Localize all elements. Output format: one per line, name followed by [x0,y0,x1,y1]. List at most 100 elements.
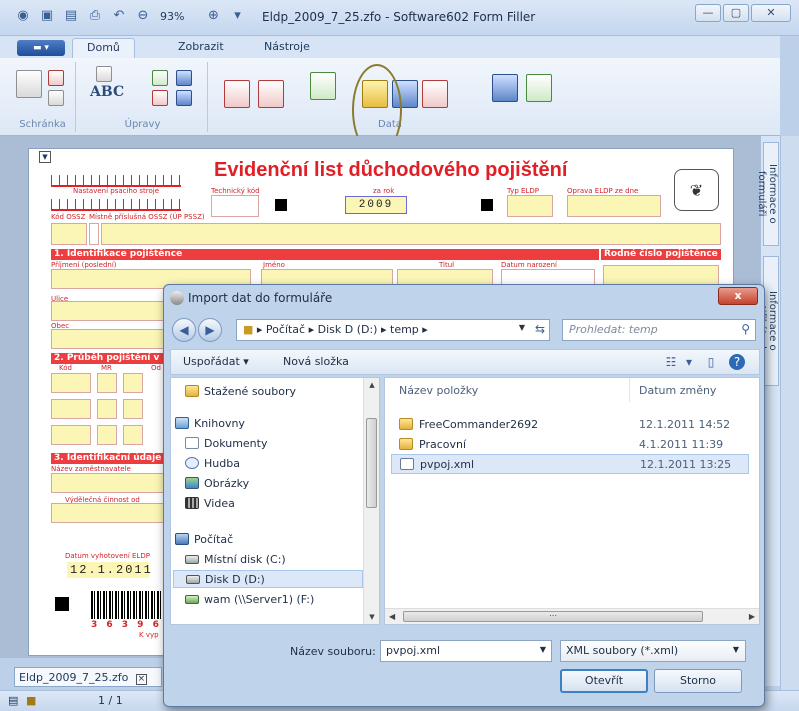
employer-field[interactable] [51,473,171,493]
undo-edit-icon[interactable] [176,70,192,86]
tree-item-drive-c[interactable]: Místní disk (C:) [185,550,286,568]
cut-icon[interactable] [48,70,64,86]
qat-dropdown-icon[interactable]: ▾ [228,8,246,24]
column-name[interactable]: Název položky [399,384,478,397]
paste-icon[interactable] [16,70,42,98]
period-2-code-field[interactable] [51,399,91,419]
scroll-down-icon[interactable]: ▼ [364,610,380,624]
save-icon[interactable]: ▤ [62,8,80,24]
eldp-fix-field[interactable] [567,195,661,217]
period-3-mr-field[interactable] [97,425,117,445]
validate-icon[interactable] [526,74,552,102]
tree-item-videos[interactable]: Videa [185,494,235,512]
scroll-up-icon[interactable]: ▲ [364,378,380,392]
clear-icon[interactable] [152,90,168,106]
tree-item-libraries[interactable]: Knihovny [175,414,245,432]
path-temp[interactable]: temp [390,323,419,336]
tree-item-drive-d[interactable]: Disk D (D:) [173,570,363,588]
side-tab-form-info[interactable]: Informace o formuláři [756,142,779,246]
view-dropdown-icon[interactable]: ▾ [681,354,697,370]
spellcheck-icon[interactable] [96,66,112,82]
form-menu-dropdown[interactable]: ▼ [39,151,51,163]
minimize-button[interactable]: — [695,4,721,22]
new-folder-button[interactable]: Nová složka [283,355,349,368]
file-row-selected[interactable]: pvpoj.xml 12.1.2011 13:25 [391,454,749,474]
year-field[interactable]: 2009 [345,196,407,214]
period-1-od-field[interactable] [123,373,143,393]
tree-item-music[interactable]: Hudba [185,454,240,472]
birth-number-field[interactable] [603,265,719,285]
app-menu-button[interactable]: ▬ ▾ [17,40,65,56]
document-tab[interactable]: Eldp_2009_7_25.zfo × [14,667,162,687]
app-logo-icon[interactable]: ◉ [14,8,32,24]
preview-pane-icon[interactable]: ▯ [703,354,719,370]
tab-view[interactable]: Zobrazit [178,40,224,53]
hscroll-thumb[interactable]: ⋯ [403,611,703,622]
tree-item-documents[interactable]: Dokumenty [185,434,267,452]
period-2-mr-field[interactable] [97,399,117,419]
period-2-od-field[interactable] [123,399,143,419]
mistne-field[interactable] [101,223,721,245]
send-form-icon[interactable] [258,80,284,108]
open-button[interactable]: Otevřít [560,669,648,693]
cancel-button[interactable]: Storno [654,669,742,693]
tree-item-pictures[interactable]: Obrázky [185,474,249,492]
back-icon[interactable]: ◀ [172,318,196,342]
file-row[interactable]: Pracovní 4.1.2011 11:39 [391,434,749,454]
delete-data-icon[interactable] [422,80,448,108]
job-field[interactable] [51,503,171,523]
search-input[interactable]: Prohledat: temp ⚲ [562,319,756,341]
tree-item-downloads[interactable]: Stažené soubory [185,382,296,400]
column-separator[interactable] [629,378,630,402]
path-disk-d[interactable]: Disk D (D:) [318,323,378,336]
obec-field[interactable] [51,329,171,349]
address-dropdown-icon[interactable]: ▼ [519,323,525,332]
spellcheck-label-icon[interactable]: ABC [90,84,124,100]
eldp-type-field[interactable] [507,195,553,217]
calculate-icon[interactable] [492,74,518,102]
file-list-hscrollbar[interactable]: ◀ ⋯ ▶ [385,608,759,624]
period-1-mr-field[interactable] [97,373,117,393]
tech-code-field[interactable] [211,195,259,217]
filetype-dropdown-icon[interactable]: ▼ [733,645,739,654]
dialog-close-button[interactable]: x [718,287,758,305]
kod-ossz-field[interactable] [51,223,87,245]
print-icon[interactable]: ⎙ [86,8,104,24]
fill-data-icon[interactable] [310,72,336,100]
tree-item-computer[interactable]: Počítač [175,530,233,548]
period-3-code-field[interactable] [51,425,91,445]
tree-scrollbar[interactable]: ▲ ▼ [363,378,379,624]
tab-tools[interactable]: Nástroje [264,40,310,53]
file-row[interactable]: FreeCommander2692 12.1.2011 14:52 [391,414,749,434]
tree-item-network-drive[interactable]: wam (\\Server1) (F:) [185,590,314,608]
view-options-icon[interactable]: ☷ [663,354,679,370]
redo-edit-icon[interactable] [176,90,192,106]
created-date-field[interactable]: 12.1.2011 [67,562,151,578]
path-computer[interactable]: Počítač [266,323,305,336]
scroll-left-icon[interactable]: ◀ [389,612,395,621]
help-icon[interactable]: ? [729,354,745,370]
right-scrollbar[interactable] [780,136,799,696]
maximize-button[interactable]: ▢ [723,4,749,22]
refresh-icon[interactable]: ⇆ [535,322,545,336]
open-folder-icon[interactable]: ▣ [38,8,56,24]
filename-dropdown-icon[interactable]: ▼ [540,645,546,654]
period-3-od-field[interactable] [123,425,143,445]
copy-icon[interactable] [48,90,64,106]
export-form-icon[interactable] [224,80,250,108]
column-date[interactable]: Datum změny [639,384,716,397]
close-tab-icon[interactable]: × [135,674,147,685]
side-tab-certificates[interactable]: Informace o certifikátech [756,256,779,386]
tab-home[interactable]: Domů [72,38,135,58]
forward-icon[interactable]: ▶ [198,318,222,342]
organize-button[interactable]: Uspořádat ▾ [183,355,249,368]
zoom-out-icon[interactable]: ⊖ [134,8,152,24]
filename-input[interactable]: pvpoj.xml ▼ [380,640,552,662]
filetype-select[interactable]: XML soubory (*.xml) ▼ [560,640,746,662]
scroll-right-icon[interactable]: ▶ [749,612,755,621]
format-icon[interactable] [152,70,168,86]
search-icon[interactable]: ⚲ [741,322,750,336]
street-field[interactable] [51,301,171,321]
address-bar[interactable]: ■ ▸ Počítač ▸ Disk D (D:) ▸ temp ▸ ▼ ⇆ [236,319,550,341]
period-1-code-field[interactable] [51,373,91,393]
